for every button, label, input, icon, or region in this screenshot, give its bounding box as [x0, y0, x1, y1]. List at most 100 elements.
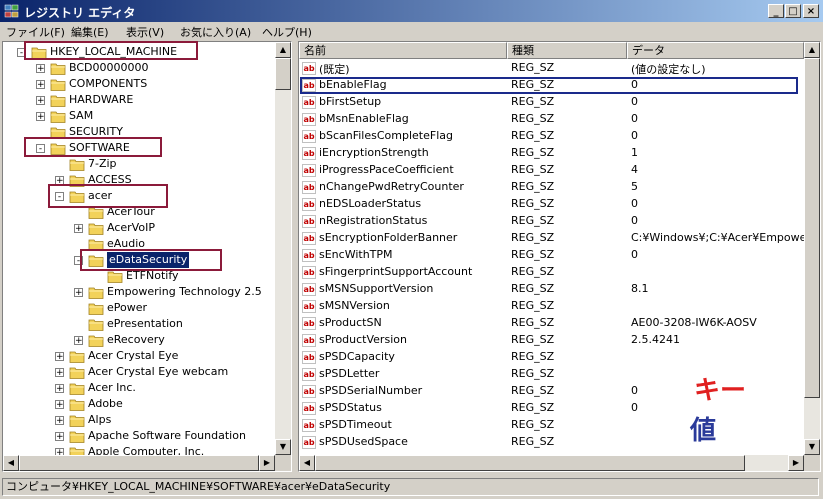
value-row[interactable]: ab sMSNSupportVersion REG_SZ 8.1: [299, 281, 804, 298]
value-row[interactable]: ab sProductSN REG_SZ AE00-3208-IW6K-AOSV: [299, 315, 804, 332]
value-row[interactable]: ab (既定) REG_SZ (値の設定なし): [299, 60, 804, 77]
tree-node-acer-inc[interactable]: + Acer Inc.: [3, 380, 273, 396]
value-row[interactable]: ab sProductVersion REG_SZ 2.5.4241: [299, 332, 804, 349]
menu-edit[interactable]: 編集(E): [71, 24, 109, 40]
tree-node-eaudio[interactable]: eAudio: [3, 236, 273, 252]
collapse-icon[interactable]: -: [55, 192, 64, 202]
tree-node-label[interactable]: eDataSecurity: [107, 252, 190, 268]
tree-node-label[interactable]: Empowering Technology 2.5: [107, 284, 262, 300]
menu-help[interactable]: ヘルプ(H): [262, 24, 312, 40]
collapse-icon[interactable]: -: [74, 256, 83, 266]
tree-scroll-down-button[interactable]: ▼: [275, 439, 291, 455]
list-horizontal-scrollbar[interactable]: ◀ ▶: [299, 455, 804, 471]
tree-node-epresentation[interactable]: ePresentation: [3, 316, 273, 332]
expand-icon[interactable]: +: [55, 432, 64, 442]
tree-node-label[interactable]: ACCESS: [88, 172, 132, 188]
tree-node-epower[interactable]: ePower: [3, 300, 273, 316]
tree-node-7-zip[interactable]: 7-Zip: [3, 156, 273, 172]
value-row[interactable]: ab iProgressPaceCoefficient REG_SZ 4: [299, 162, 804, 179]
list-scroll-up-button[interactable]: ▲: [804, 42, 820, 58]
expand-icon[interactable]: +: [55, 400, 64, 410]
tree-node-label[interactable]: SOFTWARE: [69, 140, 130, 156]
tree-node-label[interactable]: Adobe: [88, 396, 123, 412]
value-row[interactable]: ab bFirstSetup REG_SZ 0: [299, 94, 804, 111]
value-row[interactable]: ab nEDSLoaderStatus REG_SZ 0: [299, 196, 804, 213]
tree-scroll-up-button[interactable]: ▲: [275, 42, 291, 58]
minimize-button[interactable]: _: [768, 4, 784, 18]
maximize-button[interactable]: □: [785, 4, 801, 18]
value-row[interactable]: ab sPSDUsedSpace REG_SZ: [299, 434, 804, 451]
key-tree-pane[interactable]: - HKEY_LOCAL_MACHINE + BCD00000000 + COMPONEN…: [2, 41, 292, 472]
menu-file[interactable]: ファイル(F): [6, 24, 65, 40]
tree-node-acervoip[interactable]: + AcerVoIP: [3, 220, 273, 236]
tree-node-access[interactable]: + ACCESS: [3, 172, 273, 188]
tree-node-label[interactable]: ePresentation: [107, 316, 183, 332]
collapse-icon[interactable]: -: [36, 144, 45, 154]
value-row[interactable]: ab nChangePwdRetryCounter REG_SZ 5: [299, 179, 804, 196]
tree-node-acer-crystal-eye-webcam[interactable]: + Acer Crystal Eye webcam: [3, 364, 273, 380]
tree-node-label[interactable]: AcerVoIP: [107, 220, 155, 236]
value-row[interactable]: ab sPSDTimeout REG_SZ: [299, 417, 804, 434]
expand-icon[interactable]: +: [55, 384, 64, 394]
column-header-data[interactable]: データ: [627, 42, 804, 59]
tree-node-label[interactable]: AcerTour: [107, 204, 155, 220]
value-row[interactable]: ab nRegistrationStatus REG_SZ 0: [299, 213, 804, 230]
expand-icon[interactable]: +: [55, 176, 64, 186]
menu-view[interactable]: 表示(V): [126, 24, 164, 40]
list-scroll-right-button[interactable]: ▶: [788, 455, 804, 471]
expand-icon[interactable]: +: [55, 416, 64, 426]
tree-node-label[interactable]: Acer Inc.: [88, 380, 136, 396]
expand-icon[interactable]: +: [74, 224, 83, 234]
value-row[interactable]: ab iEncryptionStrength REG_SZ 1: [299, 145, 804, 162]
tree-node-etfnotify[interactable]: ETFNotify: [3, 268, 273, 284]
tree-node-label[interactable]: SAM: [69, 108, 93, 124]
list-vertical-scrollbar[interactable]: ▲ ▼: [804, 42, 820, 455]
tree-horizontal-scrollbar[interactable]: ◀ ▶: [3, 455, 275, 471]
tree-node-acertour[interactable]: AcerTour: [3, 204, 273, 220]
expand-icon[interactable]: +: [74, 288, 83, 298]
tree-node-acer-crystal-eye[interactable]: + Acer Crystal Eye: [3, 348, 273, 364]
expand-icon[interactable]: +: [36, 112, 45, 122]
title-bar[interactable]: レジストリ エディタ _ □ ×: [0, 0, 823, 22]
tree-node-erecovery[interactable]: + eRecovery: [3, 332, 273, 348]
expand-icon[interactable]: +: [36, 80, 45, 90]
tree-node-hkey-local-machine[interactable]: - HKEY_LOCAL_MACHINE: [3, 44, 273, 60]
tree-node-label[interactable]: Acer Crystal Eye webcam: [88, 364, 228, 380]
tree-node-label[interactable]: COMPONENTS: [69, 76, 147, 92]
tree-node-alps[interactable]: + Alps: [3, 412, 273, 428]
tree-node-acer[interactable]: - acer: [3, 188, 273, 204]
column-header-type[interactable]: 種類: [507, 42, 627, 59]
expand-icon[interactable]: +: [36, 96, 45, 106]
tree-node-label[interactable]: BCD00000000: [69, 60, 149, 76]
list-scroll-thumb[interactable]: [804, 58, 820, 398]
value-list-pane[interactable]: 名前 種類 データ ab (既定) REG_SZ (値の設定なし) ab bEnableF…: [298, 41, 821, 472]
value-row[interactable]: ab bMsnEnableFlag REG_SZ 0: [299, 111, 804, 128]
tree-node-bcd00000000[interactable]: + BCD00000000: [3, 60, 273, 76]
expand-icon[interactable]: +: [55, 352, 64, 362]
tree-node-label[interactable]: 7-Zip: [88, 156, 117, 172]
expand-icon[interactable]: +: [74, 336, 83, 346]
value-row[interactable]: ab bEnableFlag REG_SZ 0: [299, 77, 804, 94]
tree-node-label[interactable]: eAudio: [107, 236, 145, 252]
menu-favorites[interactable]: お気に入り(A): [180, 24, 251, 40]
collapse-icon[interactable]: -: [17, 48, 26, 58]
expand-icon[interactable]: +: [36, 64, 45, 74]
tree-node-empowering-technology-2-5[interactable]: + Empowering Technology 2.5: [3, 284, 273, 300]
tree-node-label[interactable]: HARDWARE: [69, 92, 133, 108]
tree-node-adobe[interactable]: + Adobe: [3, 396, 273, 412]
list-scroll-down-button[interactable]: ▼: [804, 439, 820, 455]
tree-node-label[interactable]: ETFNotify: [126, 268, 179, 284]
value-row[interactable]: ab sEncryptionFolderBanner REG_SZ C:¥Window…: [299, 230, 820, 247]
value-row[interactable]: ab sMSNVersion REG_SZ: [299, 298, 804, 315]
tree-node-label[interactable]: SECURITY: [69, 124, 123, 140]
value-row[interactable]: ab sPSDCapacity REG_SZ: [299, 349, 804, 366]
tree-scroll-right-button[interactable]: ▶: [259, 455, 275, 471]
tree-hscroll-thumb[interactable]: [19, 455, 259, 471]
close-button[interactable]: ×: [803, 4, 819, 18]
tree-scroll-thumb[interactable]: [275, 58, 291, 90]
tree-scroll-left-button[interactable]: ◀: [3, 455, 19, 471]
tree-node-label[interactable]: Acer Crystal Eye: [88, 348, 178, 364]
list-scroll-left-button[interactable]: ◀: [299, 455, 315, 471]
tree-node-label[interactable]: HKEY_LOCAL_MACHINE: [50, 44, 177, 60]
expand-icon[interactable]: +: [55, 368, 64, 378]
